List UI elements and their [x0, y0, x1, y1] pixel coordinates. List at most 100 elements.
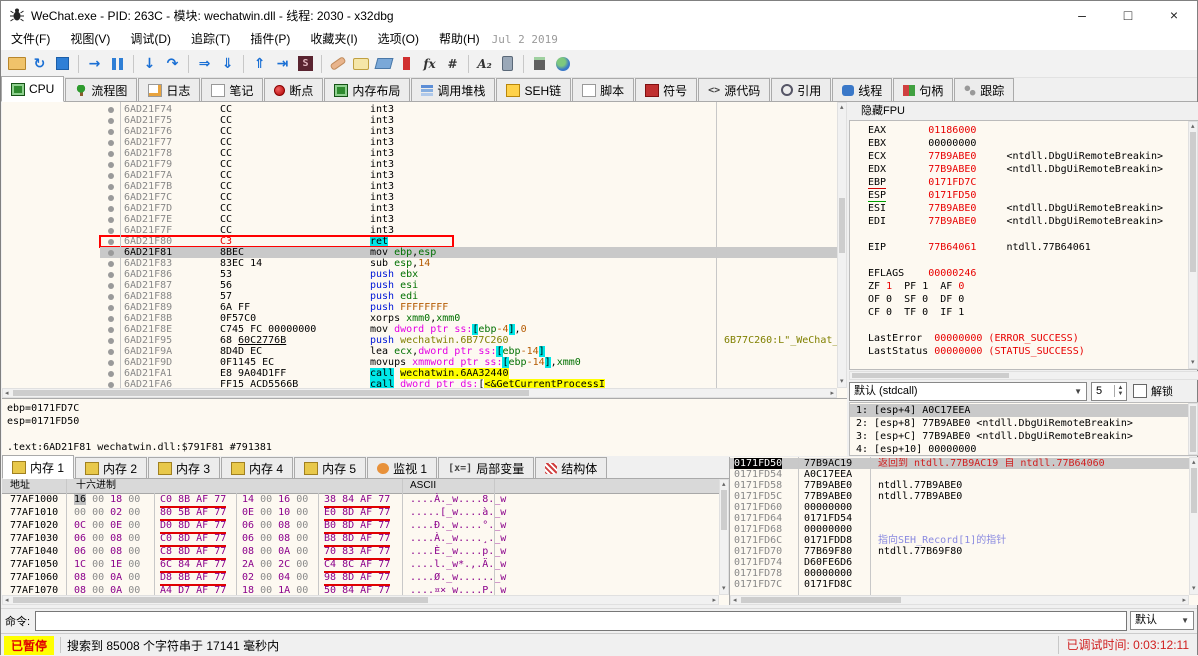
register-line[interactable]	[850, 228, 1198, 241]
register-line[interactable]: LastStatus 00000000 (STATUS_SUCCESS)	[850, 345, 1198, 358]
breakpoint-dot[interactable]	[108, 294, 114, 300]
scylla-icon[interactable]: S	[295, 53, 316, 75]
disasm-row[interactable]: 6AD21F80C3ret	[2, 236, 837, 247]
stack-horizontal-scrollbar[interactable]: ◂ ▸	[730, 595, 1189, 605]
breakpoint-dot[interactable]	[108, 162, 114, 168]
tab-dump1[interactable]: 内存 1	[2, 455, 74, 479]
dump-row[interactable]: 77AF10200C 00 0E 00D0 8D AF 7706 00 08 0…	[2, 519, 719, 532]
tab-breakpoints[interactable]: 断点	[264, 78, 323, 101]
comments-icon[interactable]	[350, 53, 371, 75]
register-line[interactable]	[850, 254, 1198, 267]
menu-item[interactable]: 选项(O)	[368, 29, 429, 50]
disasm-row[interactable]: 6AD21F7ACCint3	[2, 170, 837, 181]
disasm-row[interactable]: 6AD21FA1E8 9A04D1FFcall wechatwin.6AA324…	[2, 368, 837, 379]
disasm-row[interactable]: 6AD21F8383EC 14sub esp,14	[2, 258, 837, 269]
dump-row[interactable]: 77AF10501C 00 1E 006C 84 AF 772A 00 2C 0…	[2, 558, 719, 571]
stack-arg-row[interactable]: 3: [esp+C] 77B9ABE0 <ntdll.DbgUiRemoteBr…	[850, 430, 1198, 443]
run-icon[interactable]: →	[84, 53, 105, 75]
run-to-user-code-icon[interactable]: ⇥	[272, 53, 293, 75]
disasm-row[interactable]: 6AD21F8857push edi	[2, 291, 837, 302]
tab-threads[interactable]: 线程	[832, 78, 892, 101]
control-flow-icon[interactable]: #	[442, 53, 463, 75]
breakpoint-dot[interactable]	[108, 107, 114, 113]
register-line[interactable]: ESI 77B9ABE0 <ntdll.DbgUiRemoteBreakin>	[850, 202, 1198, 215]
maximize-button[interactable]: □	[1105, 1, 1151, 29]
breakpoint-dot[interactable]	[108, 195, 114, 201]
breakpoint-dot[interactable]	[108, 151, 114, 157]
tab-seh[interactable]: SEH链	[496, 78, 571, 101]
dump-vertical-scrollbar[interactable]: ▴ ▾	[719, 479, 729, 595]
disasm-row[interactable]: 6AD21F76CCint3	[2, 126, 837, 137]
breakpoint-dot[interactable]	[108, 140, 114, 146]
breakpoint-dot[interactable]	[108, 371, 114, 377]
disasm-row[interactable]: 6AD21FA6FF15 ACD5566Bcall dword ptr ds:[…	[2, 379, 837, 388]
minimize-button[interactable]: –	[1059, 1, 1105, 29]
disasm-vertical-scrollbar[interactable]: ▴ ▾	[837, 102, 847, 388]
stack-vertical-scrollbar[interactable]: ▴ ▾	[1189, 457, 1198, 595]
breakpoint-dot[interactable]	[108, 206, 114, 212]
breakpoint-dot[interactable]	[108, 272, 114, 278]
register-line[interactable]: EAX 01186000	[850, 124, 1198, 137]
disasm-row[interactable]: 6AD21F7FCCint3	[2, 225, 837, 236]
calling-convention-select[interactable]: 默认 (stdcall)▼	[849, 382, 1087, 401]
step-into-icon[interactable]: ↓	[139, 53, 160, 75]
breakpoint-dot[interactable]	[108, 360, 114, 366]
tab-struct[interactable]: 结构体	[535, 457, 607, 478]
tab-dump3[interactable]: 内存 3	[148, 457, 220, 478]
tab-dump2[interactable]: 内存 2	[75, 457, 147, 478]
stack-arg-row[interactable]: 2: [esp+8] 77B9ABE0 <ntdll.DbgUiRemoteBr…	[850, 417, 1198, 430]
tab-trace[interactable]: 跟踪	[954, 78, 1014, 101]
stack-arg-row[interactable]: 4: [esp+10] 00000000	[850, 443, 1198, 456]
hide-fpu-button[interactable]: 隐藏FPU	[849, 102, 1198, 121]
disasm-row[interactable]: 6AD21F8653push ebx	[2, 269, 837, 280]
dump-row[interactable]: 77AF100016 00 18 00C0 8B AF 7714 00 16 0…	[2, 493, 719, 506]
menu-item[interactable]: 视图(V)	[60, 29, 120, 50]
disasm-row[interactable]: 6AD21F8EC745 FC 00000000mov dword ptr ss…	[2, 324, 837, 335]
stop-icon[interactable]	[52, 53, 73, 75]
tab-locals[interactable]: [x=]局部变量	[438, 457, 534, 478]
step-over-icon[interactable]: ↷	[162, 53, 183, 75]
register-line[interactable]: CF 0 TF 0 IF 1	[850, 306, 1198, 319]
calculator-icon[interactable]	[529, 53, 550, 75]
register-line[interactable]: EIP 77B64061 ntdll.77B64061	[850, 241, 1198, 254]
labels-icon[interactable]	[373, 53, 394, 75]
run-to-cursor-icon[interactable]: ⇓	[217, 53, 238, 75]
register-line[interactable]: EDX 77B9ABE0 <ntdll.DbgUiRemoteBreakin>	[850, 163, 1198, 176]
breakpoint-dot[interactable]	[108, 261, 114, 267]
stack-arg-row[interactable]: 1: [esp+4] A0C17EEA	[850, 404, 1198, 417]
disasm-row[interactable]: 6AD21F896A FFpush FFFFFFFF	[2, 302, 837, 313]
breakpoint-dot[interactable]	[108, 129, 114, 135]
register-line[interactable]: ESP 0171FD50	[850, 189, 1198, 202]
notes-globe-icon[interactable]	[552, 53, 573, 75]
register-line[interactable]: LastError 00000000 (ERROR_SUCCESS)	[850, 332, 1198, 345]
breakpoint-dot[interactable]	[108, 316, 114, 322]
breakpoint-dot[interactable]	[108, 184, 114, 190]
disasm-row[interactable]: 6AD21F74CCint3	[2, 104, 837, 115]
disasm-row[interactable]: 6AD21F7CCCint3	[2, 192, 837, 203]
disasm-row[interactable]: 6AD21F7ECCint3	[2, 214, 837, 225]
disasm-row[interactable]: 6AD21F78CCint3	[2, 148, 837, 159]
disasm-row[interactable]: 6AD21F9A8D4D EClea ecx,dword ptr ss:[ebp…	[2, 346, 837, 357]
tab-dump4[interactable]: 内存 4	[221, 457, 293, 478]
register-line[interactable]: EFLAGS 00000246	[850, 267, 1198, 280]
patches-icon[interactable]	[327, 53, 348, 75]
command-input[interactable]	[35, 611, 1127, 631]
tab-script[interactable]: 脚本	[572, 78, 634, 101]
disasm-row[interactable]: 6AD21F7DCCint3	[2, 203, 837, 214]
menu-item[interactable]: 收藏夹(I)	[300, 29, 367, 50]
command-script-select[interactable]: 默认▼	[1130, 611, 1194, 630]
breakpoint-dot[interactable]	[108, 305, 114, 311]
tab-graph[interactable]: 流程图	[65, 78, 137, 101]
dump-row[interactable]: 77AF103006 00 08 00C0 8D AF 7706 00 08 0…	[2, 532, 719, 545]
tab-cpu[interactable]: CPU	[1, 76, 64, 102]
disasm-row[interactable]: 6AD21F9568 60C2776Bpush wechatwin.6B77C2…	[2, 335, 837, 346]
dump-row[interactable]: 77AF104006 00 08 00C8 8D AF 7708 00 0A 0…	[2, 545, 719, 558]
breakpoint-dot[interactable]	[108, 349, 114, 355]
breakpoint-dot[interactable]	[108, 118, 114, 124]
register-line[interactable]: ECX 77B9ABE0 <ntdll.DbgUiRemoteBreakin>	[850, 150, 1198, 163]
breakpoint-dot[interactable]	[108, 173, 114, 179]
strings-icon[interactable]: A₂	[474, 53, 495, 75]
register-line[interactable]: EDI 77B9ABE0 <ntdll.DbgUiRemoteBreakin>	[850, 215, 1198, 228]
breakpoint-dot[interactable]	[108, 239, 114, 245]
disasm-row[interactable]: 6AD21F9D0F1145 ECmovups xmmword ptr ss:[…	[2, 357, 837, 368]
